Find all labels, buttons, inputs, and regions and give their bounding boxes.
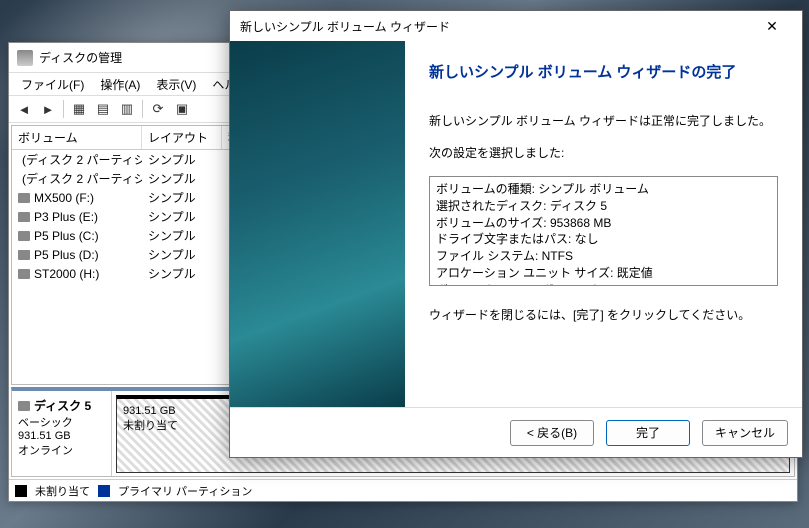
close-icon[interactable]: ✕ — [752, 12, 792, 40]
toolbar-btn-3[interactable]: ▥ — [116, 98, 138, 120]
wizard-selected-label: 次の設定を選択しました: — [429, 144, 778, 162]
disk-label: ディスク 5 — [34, 397, 91, 414]
summary-line: ボリューム ラベル: ボリューム — [436, 282, 771, 286]
drive-icon — [18, 212, 30, 222]
disk-status: オンライン — [18, 442, 105, 458]
volume-name: (ディスク 2 パーティシ... — [22, 151, 142, 168]
wizard-done-msg: 新しいシンプル ボリューム ウィザードは正常に完了しました。 — [429, 112, 778, 130]
wizard-titlebar[interactable]: 新しいシンプル ボリューム ウィザード ✕ — [230, 11, 802, 41]
volume-name: MX500 (F:) — [34, 191, 94, 205]
wizard-footer: < 戻る(B) 完了 キャンセル — [230, 407, 802, 457]
volume-name: P5 Plus (D:) — [34, 248, 99, 262]
menu-file[interactable]: ファイル(F) — [13, 76, 92, 93]
legend-primary-label: プライマリ パーティション — [118, 483, 252, 499]
menu-view[interactable]: 表示(V) — [148, 76, 204, 93]
disk-type: ベーシック — [18, 414, 105, 430]
volume-layout: シンプル — [142, 208, 222, 225]
wizard-close-msg: ウィザードを閉じるには、[完了] をクリックしてください。 — [429, 306, 778, 324]
volume-layout: シンプル — [142, 170, 222, 187]
toolbar-btn-2[interactable]: ▤ — [92, 98, 114, 120]
dm-title: ディスクの管理 — [39, 49, 122, 66]
wizard-title: 新しいシンプル ボリューム ウィザード — [240, 18, 450, 35]
volume-layout: シンプル — [142, 246, 222, 263]
volume-name: (ディスク 2 パーティシ... — [22, 170, 142, 187]
dm-statusbar: 未割り当て プライマリ パーティション — [9, 479, 797, 501]
summary-line: 選択されたディスク: ディスク 5 — [436, 198, 771, 215]
back-button[interactable]: < 戻る(B) — [510, 420, 594, 446]
disk-label-box[interactable]: ディスク 5 ベーシック 931.51 GB オンライン — [12, 391, 112, 476]
wizard-main: 新しいシンプル ボリューム ウィザードの完了 新しいシンプル ボリューム ウィザ… — [405, 41, 802, 407]
drive-icon — [18, 250, 30, 260]
wizard-body: 新しいシンプル ボリューム ウィザードの完了 新しいシンプル ボリューム ウィザ… — [230, 41, 802, 407]
col-volume[interactable]: ボリューム — [12, 126, 142, 149]
wizard-summary-box[interactable]: ボリュームの種類: シンプル ボリューム選択されたディスク: ディスク 5ボリュ… — [429, 176, 778, 286]
legend-unalloc-label: 未割り当て — [35, 483, 90, 499]
drive-icon — [18, 269, 30, 279]
simple-volume-wizard: 新しいシンプル ボリューム ウィザード ✕ 新しいシンプル ボリューム ウィザー… — [229, 10, 803, 458]
disk-size: 931.51 GB — [18, 430, 105, 442]
volume-layout: シンプル — [142, 151, 222, 168]
volume-name: ST2000 (H:) — [34, 267, 99, 281]
summary-line: ボリュームのサイズ: 953868 MB — [436, 215, 771, 232]
volume-layout: シンプル — [142, 227, 222, 244]
col-layout[interactable]: レイアウト — [142, 126, 222, 149]
disk-mgmt-icon — [17, 50, 33, 66]
cancel-button[interactable]: キャンセル — [702, 420, 788, 446]
legend-primary-icon — [98, 485, 110, 497]
summary-line: ファイル システム: NTFS — [436, 248, 771, 265]
volume-name: P3 Plus (E:) — [34, 210, 98, 224]
finish-button[interactable]: 完了 — [606, 420, 690, 446]
summary-line: ドライブ文字またはパス: なし — [436, 231, 771, 248]
toolbar-btn-5[interactable]: ▣ — [171, 98, 193, 120]
volume-layout: シンプル — [142, 265, 222, 282]
toolbar-btn-1[interactable]: ▦ — [68, 98, 90, 120]
volume-name: P5 Plus (C:) — [34, 229, 99, 243]
wizard-side-graphic — [230, 41, 405, 407]
legend-unalloc-icon — [15, 485, 27, 497]
menu-action[interactable]: 操作(A) — [92, 76, 148, 93]
volume-layout: シンプル — [142, 189, 222, 206]
disk-icon — [18, 401, 30, 411]
drive-icon — [18, 193, 30, 203]
back-icon[interactable]: ◄ — [13, 98, 35, 120]
forward-icon[interactable]: ► — [37, 98, 59, 120]
drive-icon — [18, 231, 30, 241]
refresh-icon[interactable]: ⟳ — [147, 98, 169, 120]
wizard-heading: 新しいシンプル ボリューム ウィザードの完了 — [429, 61, 778, 82]
summary-line: アロケーション ユニット サイズ: 既定値 — [436, 265, 771, 282]
summary-line: ボリュームの種類: シンプル ボリューム — [436, 181, 771, 198]
